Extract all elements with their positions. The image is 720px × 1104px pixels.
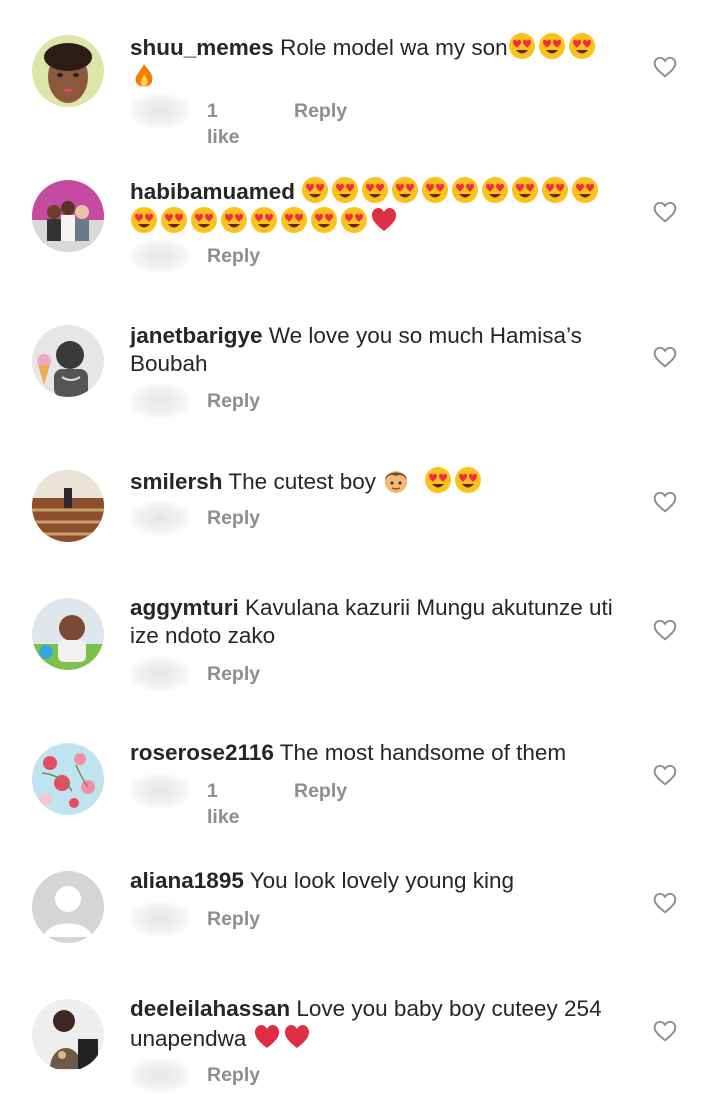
- comment-text: janetbarigye We love you so much Hamisa’…: [130, 322, 620, 378]
- reply-button[interactable]: Reply: [207, 388, 260, 414]
- comment-username[interactable]: shuu_memes: [130, 35, 274, 60]
- comment-text: smilersh The cutest boy: [130, 466, 620, 496]
- heart-outline-icon[interactable]: [652, 890, 678, 916]
- heart-eyes-emoji: [571, 176, 599, 204]
- heart-eyes-emoji: [481, 176, 509, 204]
- heart-eyes-emoji: [250, 206, 278, 234]
- avatar[interactable]: [32, 35, 104, 107]
- comment-text: deeleilahassan Love you baby boy cuteey …: [130, 995, 620, 1053]
- red-heart-emoji: [253, 1023, 281, 1051]
- reply-button[interactable]: Reply: [294, 98, 347, 124]
- boy-emoji: [382, 466, 410, 494]
- heart-eyes-emoji: [508, 32, 536, 60]
- heart-outline-icon[interactable]: [652, 617, 678, 643]
- heart-eyes-emoji: [220, 206, 248, 234]
- comment-text: habibamuamed: [130, 176, 620, 236]
- blurred-timestamp: [130, 94, 190, 128]
- blurred-timestamp: [130, 239, 190, 273]
- comment-body: The most handsome of them: [279, 740, 567, 765]
- heart-eyes-emoji: [391, 176, 419, 204]
- blurred-timestamp: [130, 774, 190, 808]
- comment-username[interactable]: janetbarigye: [130, 323, 263, 348]
- heart-eyes-emoji: [361, 176, 389, 204]
- heart-outline-icon[interactable]: [652, 199, 678, 225]
- blurred-timestamp: [130, 902, 190, 936]
- red-heart-emoji: [370, 206, 398, 234]
- comment-text: shuu_memes Role model wa my son: [130, 32, 620, 92]
- fire-emoji: [130, 62, 158, 90]
- heart-outline-icon[interactable]: [652, 489, 678, 515]
- heart-eyes-emoji: [511, 176, 539, 204]
- heart-eyes-emoji: [451, 176, 479, 204]
- comment-username[interactable]: smilersh: [130, 469, 223, 494]
- comment-username[interactable]: aggymturi: [130, 595, 239, 620]
- comment-username[interactable]: aliana1895: [130, 868, 244, 893]
- avatar[interactable]: [32, 871, 104, 943]
- heart-outline-icon[interactable]: [652, 54, 678, 80]
- comment-body: Role model wa my son: [280, 35, 508, 60]
- avatar[interactable]: [32, 743, 104, 815]
- comment-body: You look lovely young king: [249, 868, 515, 893]
- reply-button[interactable]: Reply: [207, 505, 260, 531]
- reply-button[interactable]: Reply: [207, 906, 260, 932]
- heart-eyes-emoji: [421, 176, 449, 204]
- blurred-timestamp: [130, 501, 190, 535]
- reply-button[interactable]: Reply: [207, 1062, 260, 1088]
- heart-outline-icon[interactable]: [652, 344, 678, 370]
- comment-username[interactable]: deeleilahassan: [130, 996, 290, 1021]
- red-heart-emoji: [283, 1023, 311, 1051]
- avatar[interactable]: [32, 180, 104, 252]
- comment-body: The cutest boy: [228, 469, 377, 494]
- heart-eyes-emoji: [310, 206, 338, 234]
- heart-eyes-emoji: [190, 206, 218, 234]
- heart-eyes-emoji: [568, 32, 596, 60]
- likes-count[interactable]: 1 like: [207, 98, 240, 150]
- reply-button[interactable]: Reply: [207, 661, 260, 687]
- reply-button[interactable]: Reply: [294, 778, 347, 804]
- heart-outline-icon[interactable]: [652, 1018, 678, 1044]
- likes-count[interactable]: 1 like: [207, 778, 240, 830]
- comment-text: roserose2116 The most handsome of them: [130, 739, 620, 767]
- reply-button[interactable]: Reply: [207, 243, 260, 269]
- comment-username[interactable]: habibamuamed: [130, 179, 295, 204]
- heart-eyes-emoji: [541, 176, 569, 204]
- blurred-timestamp: [130, 657, 190, 691]
- heart-eyes-emoji: [424, 466, 452, 494]
- comment-username[interactable]: roserose2116: [130, 740, 274, 765]
- avatar[interactable]: [32, 470, 104, 542]
- heart-eyes-emoji: [301, 176, 329, 204]
- heart-eyes-emoji: [130, 206, 158, 234]
- heart-outline-icon[interactable]: [652, 762, 678, 788]
- comment-text: aliana1895 You look lovely young king: [130, 867, 620, 895]
- blurred-timestamp: [130, 1058, 190, 1092]
- heart-eyes-emoji: [340, 206, 368, 234]
- heart-eyes-emoji: [160, 206, 188, 234]
- heart-eyes-emoji: [454, 466, 482, 494]
- avatar[interactable]: [32, 325, 104, 397]
- heart-eyes-emoji: [538, 32, 566, 60]
- blurred-timestamp: [130, 384, 190, 418]
- heart-eyes-emoji: [280, 206, 308, 234]
- heart-eyes-emoji: [331, 176, 359, 204]
- avatar[interactable]: [32, 999, 104, 1071]
- avatar[interactable]: [32, 598, 104, 670]
- comment-text: aggymturi Kavulana kazurii Mungu akutunz…: [130, 594, 620, 650]
